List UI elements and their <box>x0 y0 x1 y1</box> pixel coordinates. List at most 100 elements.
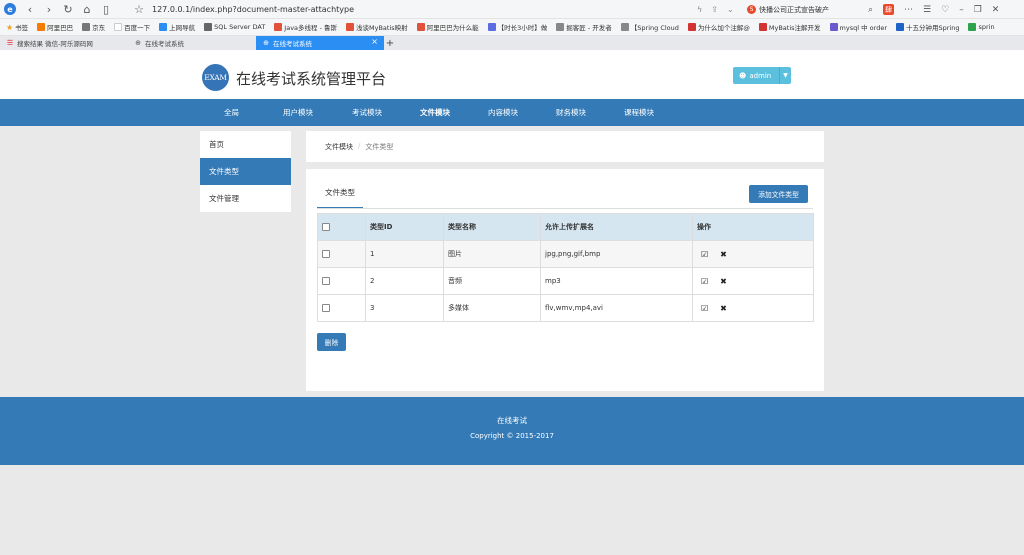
more-icon[interactable]: ⋯ <box>904 5 913 15</box>
breadcrumb-parent[interactable]: 文件模块 <box>325 142 353 152</box>
bookmark-item[interactable]: 十五分钟用Spring <box>896 22 959 32</box>
bookmark-label: 十五分钟用Spring <box>906 24 960 32</box>
breadcrumb-current: 文件类型 <box>365 143 394 151</box>
delete-icon[interactable]: ✖ <box>720 250 727 259</box>
back-icon[interactable]: ‹ <box>22 1 38 17</box>
bookmark-item[interactable]: 为什么加个注解@ <box>687 22 750 32</box>
sidebar-item-home[interactable]: 首页 <box>200 131 291 158</box>
cell-type-id: 2 <box>365 267 444 295</box>
caret-down-icon[interactable]: ▼ <box>779 67 791 84</box>
refresh-icon[interactable]: ↻ <box>60 1 76 17</box>
row-checkbox[interactable] <box>322 250 330 258</box>
minimize-icon[interactable]: – <box>959 5 964 15</box>
cell-actions: ☑ ✖ <box>692 267 814 295</box>
bookmark-favicon-icon <box>346 23 355 31</box>
page-footer: 在线考试 Copyright © 2015-2017 <box>0 397 1024 465</box>
main-nav: 全局 用户模块 考试模块 文件模块 内容模块 财务模块 课程模块 <box>0 99 1024 126</box>
menu-icon[interactable]: ☰ <box>923 5 931 15</box>
header-type-name: 类型名称 <box>443 213 541 241</box>
shield-icon[interactable]: ♡ <box>941 5 949 15</box>
bookmark-label: 掘客匠 - 开发者 <box>566 24 612 32</box>
search-icon[interactable]: ⌕ <box>868 5 873 15</box>
nav-item-global[interactable]: 全局 <box>224 99 239 126</box>
row-select-cell <box>317 240 366 268</box>
browser-tab[interactable]: ☰ 搜索结果 微信-阿乐源码网 <box>0 36 128 50</box>
user-menu-button[interactable]: ☻ admin ▼ <box>733 67 791 84</box>
cell-extensions: mp3 <box>540 267 693 295</box>
delete-icon[interactable]: ✖ <box>720 277 727 286</box>
bookmark-item[interactable]: 百度一下 <box>114 22 150 32</box>
delete-icon[interactable]: ✖ <box>720 304 727 313</box>
bookmark-favicon-icon <box>556 23 565 31</box>
share-icon[interactable]: ⇪ <box>711 5 718 14</box>
edit-icon[interactable]: ☑ <box>701 277 708 286</box>
edit-icon[interactable]: ☑ <box>701 250 708 259</box>
footer-title: 在线考试 <box>497 416 527 425</box>
bookmark-label: 百度一下 <box>124 24 151 32</box>
row-checkbox[interactable] <box>322 277 330 285</box>
tab-file-type[interactable]: 文件类型 <box>317 181 363 209</box>
bookmark-item[interactable]: 阿里巴巴 <box>37 22 73 32</box>
globe-icon: ⊕ <box>263 39 269 47</box>
bookmark-star-icon[interactable]: ☆ <box>131 1 147 17</box>
header-extensions: 允许上传扩展名 <box>540 213 693 241</box>
bookmark-label: sprin <box>978 23 995 31</box>
reader-icon[interactable]: ▯ <box>98 1 114 17</box>
sidebar-item-file-manage[interactable]: 文件管理 <box>200 185 291 212</box>
bookmark-label: 浅谈MyBatis映射 <box>356 24 408 32</box>
bookmark-item[interactable]: sprin <box>968 23 995 31</box>
bookmark-label: 阿里巴巴 <box>47 24 74 32</box>
bookmark-item[interactable]: ★ 书签 <box>6 22 28 33</box>
select-all-checkbox[interactable] <box>322 223 330 231</box>
browser-tab-active[interactable]: ⊕ 在线考试系统 × <box>256 36 384 50</box>
main-panel: 文件类型 添加文件类型 类型ID 类型名称 允许上传扩展名 操作 1 图片 jp… <box>306 169 824 391</box>
bookmark-item[interactable]: 上网导航 <box>159 22 195 32</box>
tab-close-icon[interactable]: × <box>371 37 378 46</box>
bookmark-item[interactable]: mysql 中 order <box>829 22 887 32</box>
cell-type-name: 图片 <box>443 240 541 268</box>
row-checkbox[interactable] <box>322 304 330 312</box>
page-header: EXAM 在线考试系统管理平台 ☻ admin ▼ <box>0 50 1024 99</box>
cell-extensions: jpg,png,gif,bmp <box>540 240 693 268</box>
bookmark-item[interactable]: 【时长3小时】做 <box>487 22 547 32</box>
extension-icon[interactable]: 肆 <box>883 4 895 15</box>
add-file-type-button[interactable]: 添加文件类型 <box>749 185 808 203</box>
bookmark-item[interactable]: MyBatis注解开发 <box>758 22 821 32</box>
bookmark-favicon-icon <box>204 23 213 31</box>
restore-icon[interactable]: ❐ <box>974 5 982 15</box>
url-field[interactable]: 127.0.0.1/index.php?document-master-atta… <box>152 5 354 14</box>
bookmark-item[interactable]: Java多线程 - 鲁斯 <box>274 22 337 32</box>
browser-tab[interactable]: ⊕ 在线考试系统 <box>128 36 256 50</box>
cell-actions: ☑ ✖ <box>692 240 814 268</box>
tab-divider <box>317 208 813 209</box>
edit-icon[interactable]: ☑ <box>701 304 708 313</box>
dropdown-icon[interactable]: ⌄ <box>727 5 734 14</box>
bookmark-item[interactable]: 掘客匠 - 开发者 <box>556 22 612 32</box>
nav-item-finance[interactable]: 财务模块 <box>556 99 586 126</box>
delete-button[interactable]: 删除 <box>317 333 346 351</box>
browser-nav: e ‹ › ↻ ⌂ ▯ ☆ <box>4 1 150 17</box>
bookmark-item[interactable]: 【Spring Cloud <box>620 22 679 32</box>
browser-right-tools: ⌕ 肆 ⋯ ☰ ♡ – ❐ ✕ <box>868 0 999 19</box>
home-icon[interactable]: ⌂ <box>79 1 95 17</box>
table-header-row: 类型ID 类型名称 允许上传扩展名 操作 <box>317 213 814 241</box>
bookmark-item[interactable]: SQL Server DAT <box>204 23 265 31</box>
page-background <box>0 465 1024 555</box>
nav-item-user[interactable]: 用户模块 <box>283 99 313 126</box>
bookmark-item[interactable]: 阿里巴巴为什么能 <box>416 22 479 32</box>
bookmark-item[interactable]: 浅谈MyBatis映射 <box>346 22 408 32</box>
forward-icon[interactable]: › <box>41 1 57 17</box>
nav-item-file[interactable]: 文件模块 <box>420 99 450 126</box>
close-icon[interactable]: ✕ <box>992 5 1000 15</box>
tab-label: 在线考试系统 <box>273 40 312 48</box>
nav-item-course[interactable]: 课程模块 <box>624 99 654 126</box>
browser-search-box[interactable]: S 快播公司正式宣告破产 <box>747 3 862 16</box>
nav-item-content[interactable]: 内容模块 <box>488 99 518 126</box>
bookmark-item[interactable]: 京东 <box>82 22 105 32</box>
nav-item-exam[interactable]: 考试模块 <box>352 99 382 126</box>
bookmark-label: 为什么加个注解@ <box>697 24 750 32</box>
lightning-icon[interactable]: ϟ <box>697 5 702 14</box>
bookmark-favicon-icon <box>758 23 767 31</box>
new-tab-icon[interactable]: + <box>384 36 396 50</box>
sidebar-item-file-type[interactable]: 文件类型 <box>200 158 291 185</box>
